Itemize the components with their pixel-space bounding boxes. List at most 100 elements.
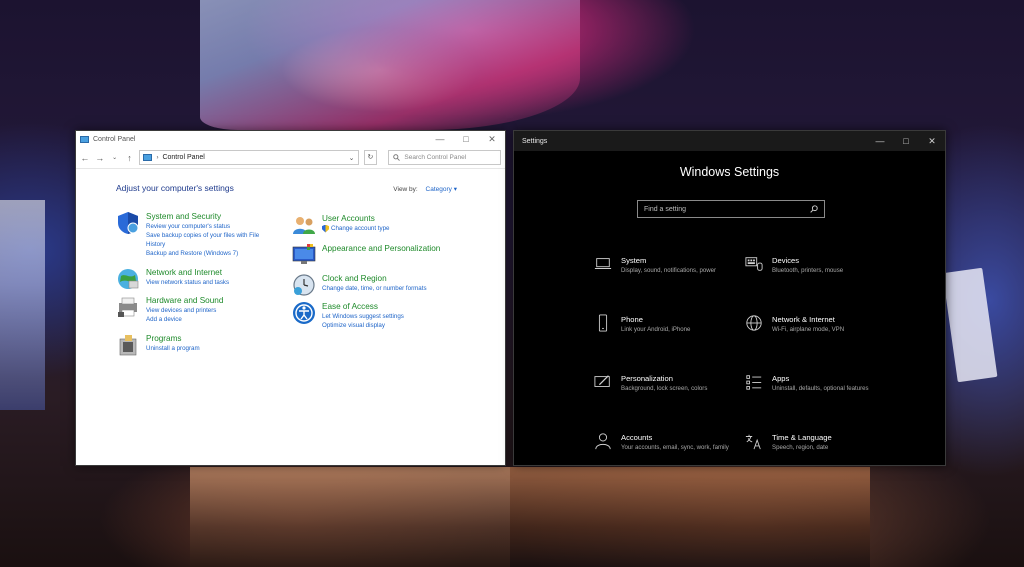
settings-item-desc: Your accounts, email, sync, work, family [621,444,729,451]
minimize-icon[interactable]: — [427,134,453,144]
category-name[interactable]: Ease of Access [322,301,404,312]
category-clock-region: Clock and Region Change date, time, or n… [292,273,462,297]
settings-item-time-language[interactable]: Time & Language Speech, region, date [745,432,935,452]
control-panel-content: Adjust your computer's settings View by:… [76,169,505,465]
breadcrumb-separator-icon[interactable]: › [156,155,158,161]
monitor-palette-icon[interactable] [292,243,316,267]
users-icon[interactable] [292,213,316,237]
shield-icon[interactable] [116,211,140,235]
find-setting-placeholder: Find a setting [644,205,687,213]
category-link[interactable]: Uninstall a program [146,344,200,353]
category-programs: Programs Uninstall a program [116,333,266,357]
refresh-icon[interactable]: ↻ [363,150,378,165]
settings-item-name: Time & Language [772,433,832,442]
uac-shield-icon [322,224,329,233]
category-link[interactable]: View network status and tasks [146,278,229,287]
category-link[interactable]: Save backup copies of your files with Fi… [146,231,266,249]
control-panel-titlebar[interactable]: Control Panel — □ ✕ [76,131,505,147]
category-name[interactable]: System and Security [146,211,266,222]
background-building [200,0,580,130]
settings-window-title: Settings [522,137,548,145]
view-by: View by: Category ▾ [393,185,457,193]
settings-item-name: System [621,256,647,265]
category-link[interactable]: View devices and printers [146,306,223,315]
settings-item-apps[interactable]: Apps Uninstall, defaults, optional featu… [745,373,935,393]
settings-window: Settings — □ ✕ Windows Settings Find a s… [513,130,946,466]
category-name[interactable]: Appearance and Personalization [322,243,440,254]
search-placeholder: Search Control Panel [404,154,467,161]
category-network-internet: Network and Internet View network status… [116,267,266,291]
control-panel-window-title: Control Panel [93,135,136,143]
laptop-icon [594,258,612,269]
category-ease-of-access: Ease of Access Let Windows suggest setti… [292,301,462,330]
settings-item-desc: Background, lock screen, colors [621,385,708,392]
settings-titlebar[interactable]: Settings — □ ✕ [514,131,945,151]
settings-item-name: Accounts [621,433,653,442]
background-street-right [510,467,870,567]
category-link[interactable]: Optimize visual display [322,321,404,330]
forward-arrow-icon[interactable]: → [95,153,105,163]
globe-icon [746,315,762,331]
settings-item-desc: Bluetooth, printers, mouse [772,267,844,274]
network-globe-icon[interactable] [116,267,140,291]
settings-item-desc: Wi-Fi, airplane mode, VPN [772,326,845,333]
search-icon[interactable] [810,205,818,213]
search-icon [393,154,401,161]
phone-icon [598,314,608,332]
address-path[interactable]: Control Panel [162,154,344,161]
view-by-label: View by: [393,186,418,193]
settings-item-name: Phone [621,315,643,324]
address-dropdown-icon[interactable]: ⌄ [349,154,355,162]
programs-box-icon[interactable] [116,333,140,357]
paint-icon [594,375,610,387]
background-left-sign [0,200,45,410]
close-icon[interactable]: ✕ [919,136,945,147]
settings-item-name: Network & Internet [772,315,835,324]
keyboard-icon [745,257,763,271]
change-account-type-link[interactable]: Change account type [322,224,389,233]
category-link[interactable]: Review your computer's status [146,222,266,231]
time-language-icon [745,434,761,450]
background-right-sign [942,267,998,383]
address-folder-icon [143,154,153,161]
back-arrow-icon[interactable]: ← [80,153,90,163]
category-name[interactable]: Clock and Region [322,273,427,284]
category-name[interactable]: Hardware and Sound [146,295,223,306]
close-icon[interactable]: ✕ [479,134,505,145]
settings-item-desc: Uninstall, defaults, optional features [772,385,869,392]
category-link[interactable]: Change date, time, or number formats [322,284,427,293]
control-panel-search-input[interactable]: Search Control Panel [388,150,501,165]
category-link[interactable]: Add a device [146,315,223,324]
printer-icon[interactable] [116,295,140,319]
settings-item-name: Devices [772,256,800,265]
find-setting-input[interactable]: Find a setting [637,200,825,218]
clock-icon[interactable] [292,273,316,297]
category-appearance-personalization: Appearance and Personalization [292,243,462,267]
category-link[interactable]: Backup and Restore (Windows 7) [146,249,266,258]
category-name[interactable]: Network and Internet [146,267,229,278]
minimize-icon[interactable]: — [867,136,893,146]
category-system-security: System and Security Review your computer… [116,211,266,258]
settings-item-name: Apps [772,374,790,383]
view-by-dropdown[interactable]: Category ▾ [426,186,457,193]
settings-item-desc: Display, sound, notifications, power [621,267,717,274]
page-title: Adjust your computer's settings [116,183,234,193]
control-panel-window: Control Panel — □ ✕ ← → ⌄ ↑ › Control Pa… [75,130,506,466]
category-name[interactable]: Programs [146,333,200,344]
settings-item-name: Personalization [621,374,673,383]
control-panel-app-icon [80,135,89,143]
apps-list-icon [746,375,762,390]
settings-item-network[interactable]: Network & Internet Wi-Fi, airplane mode,… [745,314,935,334]
up-arrow-icon[interactable]: ↑ [125,153,135,163]
category-user-accounts: User Accounts Change account type [292,213,462,237]
recent-locations-chevron-icon[interactable]: ⌄ [110,154,120,161]
settings-item-devices[interactable]: Devices Bluetooth, printers, mouse [745,255,935,275]
maximize-icon[interactable]: □ [453,134,479,144]
ease-of-access-icon[interactable] [292,301,316,325]
person-icon [595,433,611,450]
category-name[interactable]: User Accounts [322,213,389,224]
maximize-icon[interactable]: □ [893,136,919,146]
settings-item-desc: Speech, region, date [772,444,829,451]
address-bar[interactable]: › Control Panel ⌄ [139,150,359,165]
category-link[interactable]: Let Windows suggest settings [322,312,404,321]
